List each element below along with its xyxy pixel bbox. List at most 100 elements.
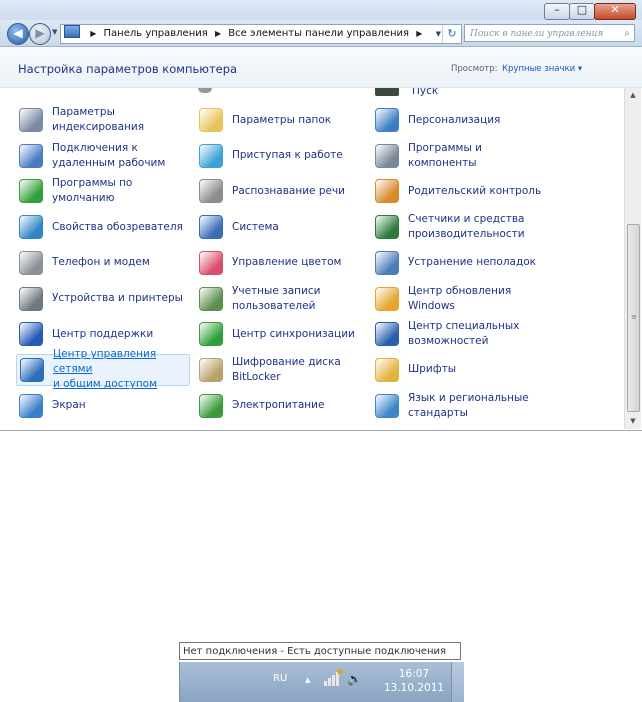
control-panel-item-label: Центр управления сетями и общим доступом — [53, 348, 158, 391]
control-panel-item-label: Устройства и принтеры — [52, 292, 183, 304]
parental-control-icon — [375, 179, 399, 204]
indexing-icon — [19, 108, 43, 132]
control-panel-item-label: Счетчики и средства производительности — [408, 213, 525, 241]
control-panel-item-label: Электропитание — [232, 399, 325, 412]
internet-options-icon — [19, 215, 43, 240]
control-panel-item[interactable]: Учетные записи пользователей — [196, 283, 369, 315]
language-indicator[interactable]: RU — [273, 673, 287, 684]
color-management-icon — [199, 250, 223, 275]
control-panel-item[interactable]: Счетчики и средства производительности — [372, 211, 595, 243]
control-panel-item[interactable]: Параметры индексирования — [16, 104, 193, 136]
control-panel-window: – □ ✕ ◀ ▶ ▼ ▶ Панель управления ▶ Все эл… — [0, 0, 642, 431]
troubleshooting-icon — [375, 250, 399, 275]
search-input[interactable]: Поиск в панели управления ⌕ — [464, 24, 635, 42]
programs-icon — [375, 143, 399, 168]
remote-connections-icon — [19, 143, 43, 168]
control-panel-item-label: Телефон и модем — [52, 256, 150, 269]
control-panel-item-label: Экран — [52, 399, 86, 412]
control-panel-item[interactable]: Шрифты — [372, 354, 595, 386]
personalization-icon — [375, 108, 399, 132]
control-panel-item[interactable]: Центр поддержки — [16, 318, 193, 350]
control-panel-item[interactable]: Приступая к работе — [196, 140, 369, 172]
forward-arrow-icon: ▶ — [35, 26, 45, 40]
partial-item-icon — [375, 88, 399, 96]
partial-item-icon — [198, 88, 212, 93]
control-panel-item-label: Родительский контроль — [408, 184, 542, 197]
control-panel-item[interactable]: Центр управления сетями и общим доступом — [16, 348, 190, 390]
control-panel-item[interactable]: Экран — [16, 390, 193, 422]
devices-printers-icon — [19, 286, 43, 311]
refresh-button[interactable]: ↻ — [442, 25, 461, 43]
clock[interactable]: 16:07 13.10.2011 — [383, 667, 445, 695]
control-panel-item[interactable]: Персонализация — [372, 104, 595, 136]
breadcrumb-separator-icon[interactable]: ▶ — [90, 29, 96, 38]
back-button[interactable]: ◀ — [7, 23, 29, 45]
maximize-icon: □ — [576, 3, 588, 16]
user-accounts-icon — [199, 286, 223, 311]
action-center-icon — [19, 322, 43, 347]
control-panel-item[interactable]: Центр обновления Windows — [372, 283, 595, 315]
folder-options-icon — [199, 108, 223, 132]
control-panel-item-label: Свойства обозревателя — [52, 220, 183, 233]
control-panel-item-label: Программы по умолчанию — [52, 177, 133, 205]
phone-modem-icon — [19, 250, 43, 275]
microphone-icon — [199, 179, 223, 204]
forward-button[interactable]: ▶ — [29, 23, 51, 45]
maximize-button[interactable]: □ — [569, 3, 595, 20]
display-icon — [19, 393, 43, 418]
breadcrumb-separator-icon[interactable]: ▶ — [215, 29, 221, 38]
control-panel-item-label: Параметры папок — [232, 113, 332, 126]
control-panel-item[interactable]: Устройства и принтеры — [16, 283, 193, 315]
bitlocker-icon — [199, 357, 223, 382]
scroll-thumb[interactable]: ≡ — [627, 224, 640, 412]
close-icon: ✕ — [610, 3, 620, 16]
address-bar[interactable]: ▶ Панель управления ▶ Все элементы панел… — [60, 24, 462, 44]
breadcrumb-control-panel[interactable]: Панель управления — [104, 28, 208, 39]
control-panel-item[interactable]: Программы и компоненты — [372, 140, 595, 172]
items-grid: Пуск Параметры индексирования Параметры п… — [0, 88, 624, 429]
control-panel-item-label: Система — [232, 220, 279, 233]
control-panel-item-label: Параметры индексирования — [52, 106, 145, 133]
volume-icon[interactable]: 🔈 — [347, 672, 362, 686]
control-panel-item[interactable]: Свойства обозревателя — [16, 211, 193, 243]
control-panel-item[interactable]: Параметры папок — [196, 104, 369, 136]
content-header: Настройка параметров компьютера Просмотр… — [0, 47, 642, 88]
control-panel-item[interactable]: Центр специальных возможностей — [372, 318, 595, 350]
control-panel-item[interactable]: Управление цветом — [196, 247, 369, 279]
address-dropdown-icon[interactable]: ▼ — [436, 25, 441, 43]
control-panel-item[interactable]: Родительский контроль — [372, 175, 595, 207]
search-icon[interactable]: ⌕ — [624, 25, 630, 43]
scroll-up-button[interactable]: ▲ — [625, 88, 641, 103]
control-panel-item[interactable]: Программы по умолчанию — [16, 175, 193, 207]
control-panel-item[interactable]: Шифрование диска BitLocker — [196, 354, 369, 386]
control-panel-item[interactable]: Телефон и модем — [16, 247, 193, 279]
control-panel-item-label: Учетные записи пользователей — [232, 284, 321, 312]
control-panel-item[interactable]: Язык и региональные стандарты — [372, 390, 595, 422]
breadcrumb-all-items[interactable]: Все элементы панели управления — [228, 28, 409, 39]
vertical-scrollbar[interactable]: ▲ ≡ ▼ — [624, 88, 641, 429]
control-panel-item[interactable]: Система — [196, 211, 369, 243]
show-desktop-button[interactable] — [451, 662, 464, 702]
system-tray-area: Нет подключения - Есть доступные подключ… — [179, 642, 464, 702]
control-panel-item-label: Программы и компоненты — [408, 141, 482, 169]
control-panel-item-label: Управление цветом — [232, 256, 342, 269]
region-language-icon — [375, 393, 399, 418]
scroll-down-button[interactable]: ▼ — [625, 414, 641, 429]
page-title: Настройка параметров компьютера — [18, 62, 238, 76]
navigation-bar: ◀ ▶ ▼ ▶ Панель управления ▶ Все элементы… — [0, 20, 642, 47]
view-mode-dropdown[interactable]: Крупные значки ▾ — [502, 64, 582, 74]
close-button[interactable]: ✕ — [594, 3, 636, 20]
control-panel-item[interactable]: Распознавание речи — [196, 175, 369, 207]
partial-item-label: Пуск — [412, 88, 439, 97]
show-hidden-icons-button[interactable]: ▲ — [305, 676, 310, 684]
minimize-button[interactable]: – — [544, 3, 570, 20]
clock-date: 13.10.2011 — [383, 682, 445, 694]
breadcrumb-separator-icon[interactable]: ▶ — [416, 29, 422, 38]
control-panel-item[interactable]: Электропитание — [196, 390, 369, 422]
control-panel-item[interactable]: Подключения к удаленным рабочим — [16, 140, 193, 172]
control-panel-item-label: Центр обновления Windows — [408, 284, 512, 312]
system-icon — [199, 215, 223, 240]
recent-pages-dropdown-icon[interactable]: ▼ — [52, 28, 57, 36]
control-panel-item[interactable]: Устранение неполадок — [372, 247, 595, 279]
control-panel-item[interactable]: Центр синхронизации — [196, 318, 369, 350]
